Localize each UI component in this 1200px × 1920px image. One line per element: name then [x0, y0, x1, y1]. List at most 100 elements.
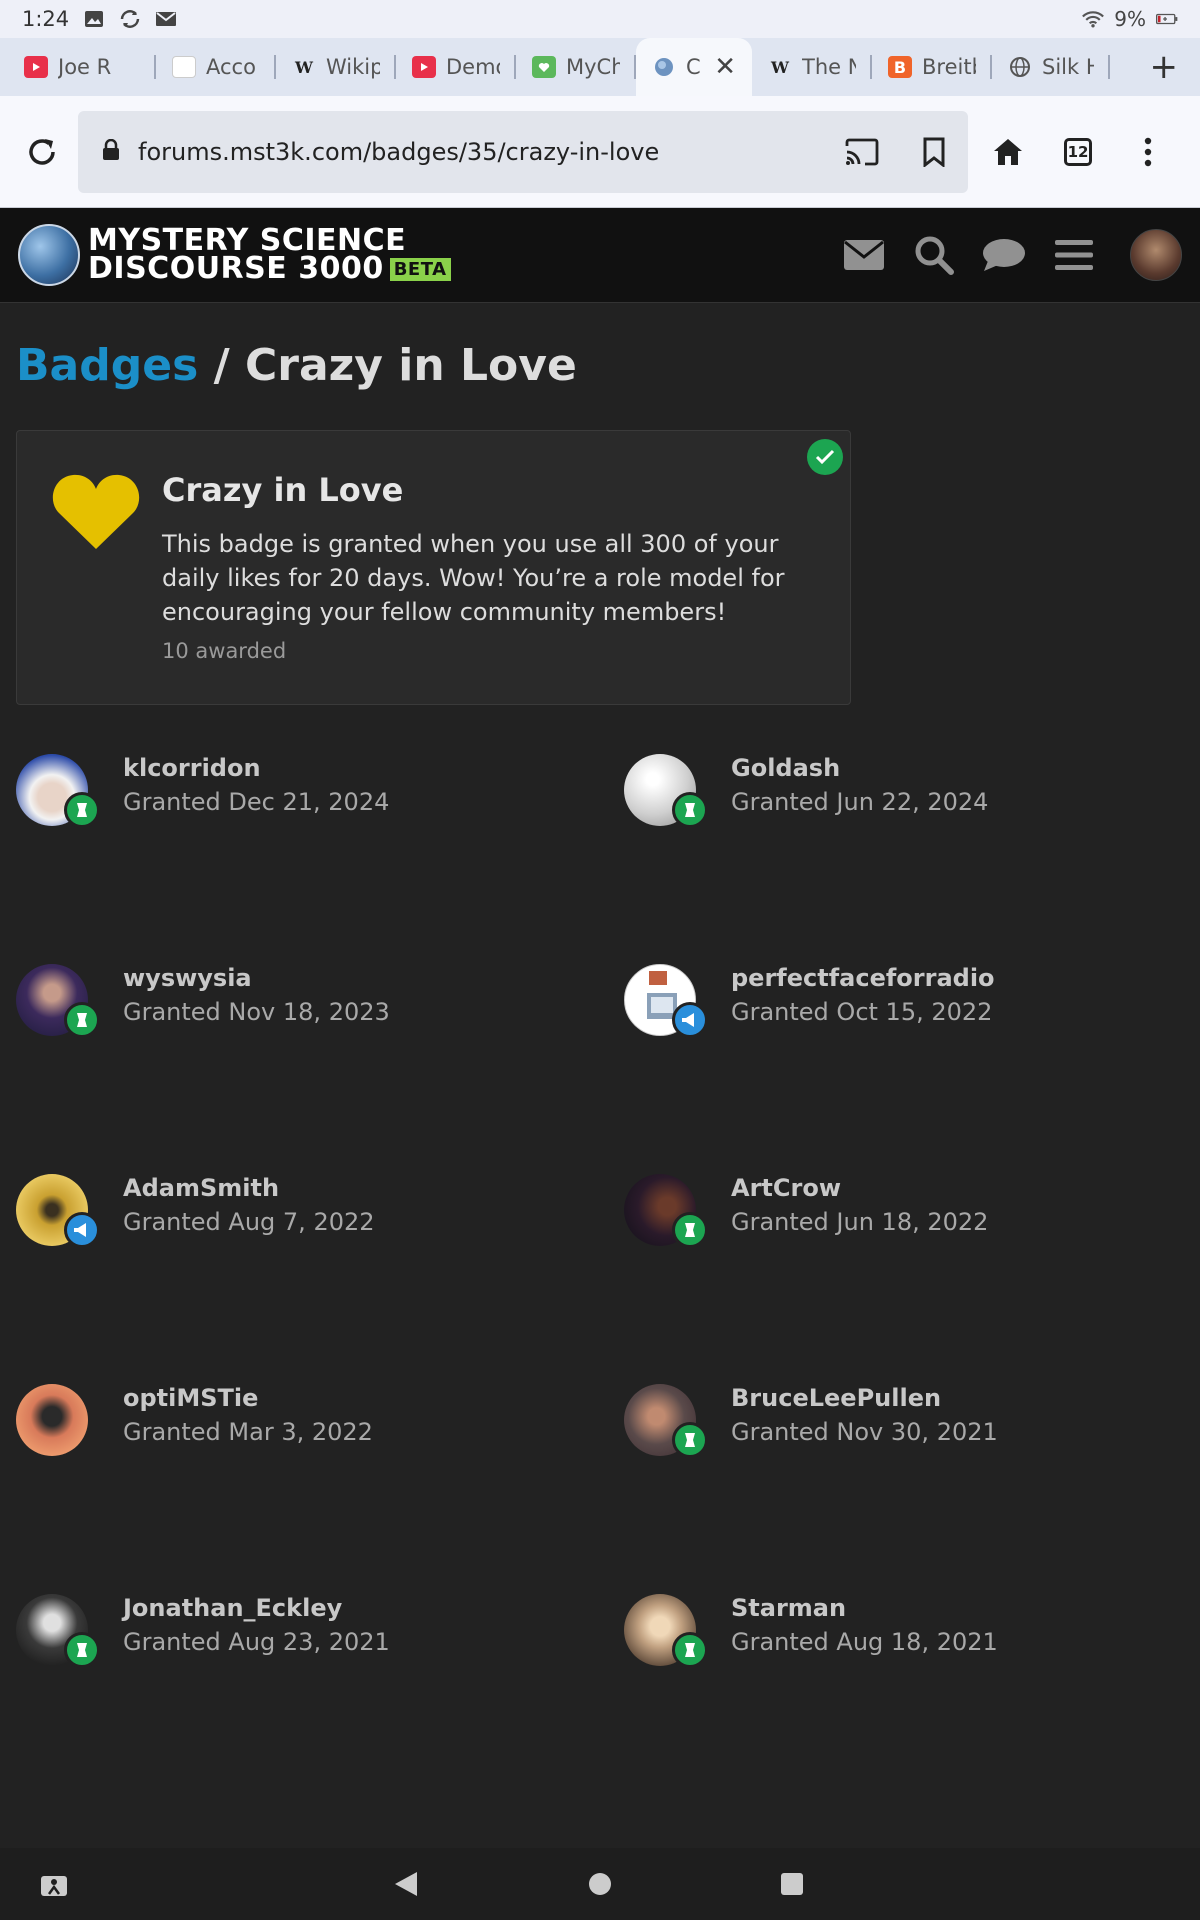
logo-line-2-text: DISCOURSE 3000 — [88, 251, 384, 286]
recipient-username[interactable]: wyswysia — [123, 964, 252, 992]
tab-label: Cr — [686, 55, 701, 79]
recipient-item[interactable]: optiMSTie Granted Mar 3, 2022 — [16, 1382, 576, 1472]
tab-switcher-button[interactable]: 12 — [1064, 137, 1092, 166]
tab-label: The N — [802, 55, 856, 79]
badge-page-title: Crazy in Love — [245, 340, 577, 391]
recipient-item[interactable]: AdamSmith Granted Aug 7, 2022 — [16, 1172, 576, 1262]
system-navigation-bar — [0, 1848, 1200, 1920]
tab-wikipedia[interactable]: W Wikip — [276, 45, 396, 89]
recent-apps-icon[interactable] — [774, 1866, 810, 1902]
sync-notification-icon — [119, 10, 141, 28]
tab-label: Wikip — [326, 55, 380, 79]
recipient-username[interactable]: optiMSTie — [123, 1384, 258, 1412]
new-tab-icon[interactable]: + — [1150, 47, 1179, 87]
recipient-item[interactable]: perfectfaceforradio Granted Oct 15, 2022 — [624, 962, 1184, 1052]
page-title: Badges / Crazy in Love — [16, 340, 577, 391]
recipient-item[interactable]: wyswysia Granted Nov 18, 2023 — [16, 962, 576, 1052]
url-text[interactable]: forums.mst3k.com/badges/35/crazy-in-love — [138, 138, 844, 166]
tab-the-n[interactable]: W The N — [752, 45, 872, 89]
system-status-bar: 1:24 9% — [0, 0, 1200, 38]
youtube-icon — [412, 56, 436, 78]
avatar[interactable] — [16, 1384, 88, 1456]
bookmark-icon[interactable] — [916, 134, 952, 170]
recipient-granted-date: Granted Oct 15, 2022 — [731, 998, 993, 1026]
heart-icon — [52, 474, 140, 549]
recipient-granted-date: Granted Aug 23, 2021 — [123, 1628, 390, 1656]
current-user-avatar[interactable] — [1130, 229, 1182, 281]
battery-percent: 9% — [1114, 7, 1146, 31]
chat-icon[interactable] — [982, 233, 1026, 277]
badge-name: Crazy in Love — [162, 471, 404, 509]
recipient-username[interactable]: klcorridon — [123, 754, 261, 782]
recipient-item[interactable]: Starman Granted Aug 18, 2021 — [624, 1592, 1184, 1682]
badge-awarded-count: 10 awarded — [162, 639, 287, 663]
recipient-item[interactable]: Goldash Granted Jun 22, 2024 — [624, 752, 1184, 842]
user-flair-icon — [64, 1632, 100, 1668]
recipient-granted-date: Granted Nov 30, 2021 — [731, 1418, 998, 1446]
user-flair-icon — [672, 1632, 708, 1668]
recipient-granted-date: Granted Aug 7, 2022 — [123, 1208, 375, 1236]
beta-tag: BETA — [389, 257, 451, 281]
recipient-granted-date: Granted Jun 18, 2022 — [731, 1208, 989, 1236]
recipient-username[interactable]: BruceLeePullen — [731, 1384, 941, 1412]
cast-icon[interactable] — [844, 134, 880, 170]
tab-label: Breitb — [922, 55, 976, 79]
user-flair-icon — [64, 1212, 100, 1248]
browser-toolbar: forums.mst3k.com/badges/35/crazy-in-love… — [0, 96, 1200, 208]
site-logo[interactable]: MYSTERY SCIENCE DISCOURSE 3000 BETA — [18, 224, 451, 286]
badges-breadcrumb-link[interactable]: Badges — [16, 340, 198, 391]
accessibility-shortcut-icon[interactable] — [36, 1866, 72, 1902]
mychart-icon — [532, 56, 556, 78]
tab-mychart[interactable]: MyCh — [516, 45, 636, 89]
back-icon[interactable] — [388, 1866, 424, 1902]
tab-demo[interactable]: Demo — [396, 45, 516, 89]
recipient-username[interactable]: Goldash — [731, 754, 840, 782]
home-navigation-icon[interactable] — [582, 1866, 618, 1902]
recipient-username[interactable]: ArtCrow — [731, 1174, 841, 1202]
recipient-granted-date: Granted Nov 18, 2023 — [123, 998, 390, 1026]
recipient-item[interactable]: Jonathan_Eckley Granted Aug 23, 2021 — [16, 1592, 576, 1682]
tab-silk-h[interactable]: Silk H — [992, 45, 1110, 89]
search-icon[interactable] — [912, 233, 956, 277]
breitbart-icon: B — [888, 56, 912, 78]
badge-card: Crazy in Love This badge is granted when… — [16, 430, 851, 705]
tab-joe-r[interactable]: Joe R — [8, 45, 156, 89]
recipient-username[interactable]: perfectfaceforradio — [731, 964, 995, 992]
home-icon[interactable] — [990, 134, 1026, 170]
tab-label: MyCh — [566, 55, 620, 79]
breadcrumb-separator: / — [213, 340, 230, 391]
wikipedia-icon: W — [771, 57, 789, 77]
reload-button[interactable] — [0, 135, 84, 169]
tab-breitbart[interactable]: B Breitb — [872, 45, 992, 89]
globe-icon — [652, 56, 676, 78]
lock-icon[interactable] — [102, 138, 120, 165]
recipient-granted-date: Granted Aug 18, 2021 — [731, 1628, 998, 1656]
recipient-username[interactable]: AdamSmith — [123, 1174, 279, 1202]
badge-description: This badge is granted when you use all 3… — [162, 530, 785, 626]
tab-crazy-in-love[interactable]: Cr ✕ — [636, 38, 752, 96]
youtube-icon — [24, 56, 48, 78]
user-flair-icon — [672, 792, 708, 828]
recipient-granted-date: Granted Jun 22, 2024 — [731, 788, 989, 816]
badge-granted-check-icon — [807, 439, 843, 475]
recipient-username[interactable]: Starman — [731, 1594, 846, 1622]
mail-notification-icon — [155, 10, 177, 28]
address-bar[interactable]: forums.mst3k.com/badges/35/crazy-in-love — [78, 110, 968, 193]
browser-tab-strip: Joe R Acco W Wikip Demo MyCh Cr ✕ W The … — [0, 38, 1200, 96]
recipient-username[interactable]: Jonathan_Eckley — [123, 1594, 342, 1622]
recipient-granted-date: Granted Mar 3, 2022 — [123, 1418, 373, 1446]
recipient-item[interactable]: ArtCrow Granted Jun 18, 2022 — [624, 1172, 1184, 1262]
tab-label: Silk H — [1042, 55, 1094, 79]
close-tab-icon[interactable]: ✕ — [714, 52, 736, 82]
recipient-item[interactable]: klcorridon Granted Dec 21, 2024 — [16, 752, 576, 842]
recipient-item[interactable]: BruceLeePullen Granted Nov 30, 2021 — [624, 1382, 1184, 1472]
globe-icon — [1008, 56, 1032, 78]
messages-icon[interactable] — [842, 233, 886, 277]
more-menu-icon[interactable] — [1130, 134, 1166, 170]
tab-account[interactable]: Acco — [156, 45, 276, 89]
reload-icon — [29, 138, 55, 165]
hamburger-menu-icon[interactable] — [1052, 233, 1096, 277]
tab-label: Demo — [446, 55, 500, 79]
status-time: 1:24 — [22, 7, 70, 31]
site-header: MYSTERY SCIENCE DISCOURSE 3000 BETA — [0, 208, 1200, 303]
